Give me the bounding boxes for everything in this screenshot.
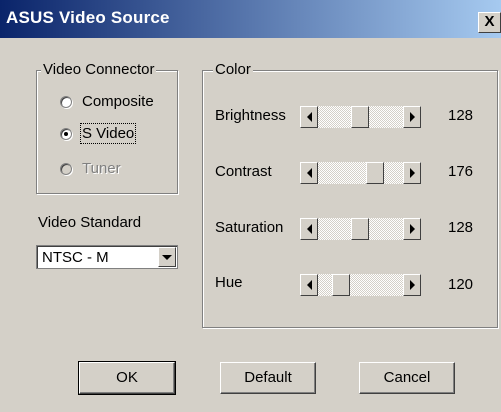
brightness-thumb[interactable] — [351, 106, 369, 128]
contrast-decrease-button[interactable] — [300, 162, 318, 184]
window-title: ASUS Video Source — [6, 8, 170, 27]
video-connector-label: Video Connector — [41, 61, 157, 79]
saturation-slider[interactable] — [300, 218, 421, 240]
radio-composite-label: Composite — [82, 93, 154, 110]
contrast-track[interactable] — [318, 162, 403, 184]
default-button[interactable]: Default — [220, 362, 316, 394]
contrast-thumb[interactable] — [366, 162, 384, 184]
arrow-right-icon — [409, 112, 415, 122]
video-standard-label: Video Standard — [38, 214, 142, 231]
video-standard-value: NTSC - M — [42, 249, 109, 266]
contrast-value: 176 — [448, 163, 474, 180]
arrow-left-icon — [306, 112, 312, 122]
brightness-value: 128 — [448, 107, 474, 124]
brightness-decrease-button[interactable] — [300, 106, 318, 128]
arrow-left-icon — [306, 168, 312, 178]
saturation-decrease-button[interactable] — [300, 218, 318, 240]
arrow-right-icon — [409, 224, 415, 234]
brightness-increase-button[interactable] — [403, 106, 421, 128]
brightness-label: Brightness — [215, 107, 286, 124]
chevron-down-icon — [162, 254, 172, 260]
radio-s-video-button[interactable] — [60, 128, 72, 140]
radio-tuner-label: Tuner — [82, 160, 121, 177]
arrow-right-icon — [409, 168, 415, 178]
arrow-left-icon — [306, 280, 312, 290]
saturation-value: 128 — [448, 219, 474, 236]
contrast-label: Contrast — [215, 163, 272, 180]
color-label: Color — [213, 61, 253, 79]
cancel-button[interactable]: Cancel — [359, 362, 455, 394]
close-button[interactable]: X — [478, 12, 501, 33]
saturation-thumb[interactable] — [351, 218, 369, 240]
hue-decrease-button[interactable] — [300, 274, 318, 296]
contrast-slider[interactable] — [300, 162, 421, 184]
hue-label: Hue — [215, 274, 243, 291]
hue-value: 120 — [448, 276, 474, 293]
saturation-increase-button[interactable] — [403, 218, 421, 240]
radio-tuner-button — [60, 163, 72, 175]
contrast-increase-button[interactable] — [403, 162, 421, 184]
brightness-slider[interactable] — [300, 106, 421, 128]
arrow-right-icon — [409, 280, 415, 290]
title-bar: ASUS Video Source X — [0, 0, 501, 38]
arrow-left-icon — [306, 224, 312, 234]
dropdown-arrow-button[interactable] — [158, 247, 176, 267]
radio-s-video-label: S Video — [79, 123, 137, 144]
ok-button[interactable]: OK — [78, 361, 176, 395]
hue-increase-button[interactable] — [403, 274, 421, 296]
hue-track[interactable] — [318, 274, 403, 296]
radio-composite-button[interactable] — [60, 96, 72, 108]
video-standard-select[interactable]: NTSC - M — [36, 245, 178, 269]
saturation-label: Saturation — [215, 219, 284, 236]
hue-thumb[interactable] — [332, 274, 350, 296]
hue-slider[interactable] — [300, 274, 421, 296]
